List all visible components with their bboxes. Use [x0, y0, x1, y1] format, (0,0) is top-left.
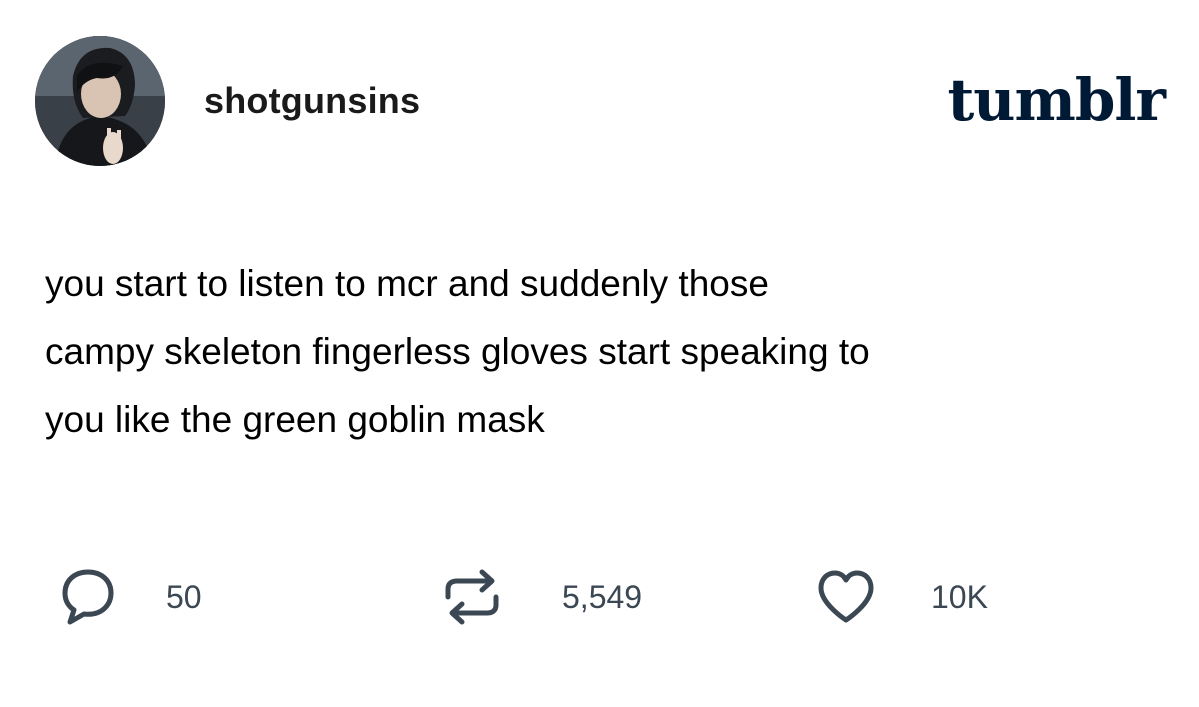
heart-icon — [818, 570, 874, 623]
username[interactable]: shotgunsins — [204, 80, 420, 122]
reply-count: 50 — [166, 578, 202, 615]
tumblr-post: shotgunsins tumblr you start to listen t… — [0, 0, 1199, 707]
reply-button[interactable]: 50 — [60, 565, 202, 629]
post-text-line: you start to listen to mcr and suddenly … — [45, 263, 769, 304]
like-count: 10K — [931, 578, 988, 615]
reblog-button[interactable]: 5,549 — [440, 565, 642, 629]
post-text: you start to listen to mcr and suddenly … — [45, 250, 1155, 454]
reblog-arrows-icon — [445, 569, 499, 625]
like-button[interactable]: 10K — [815, 565, 988, 629]
speech-bubble-icon — [62, 569, 114, 625]
tumblr-logo: tumblr — [947, 66, 1166, 134]
reblog-count: 5,549 — [562, 578, 643, 615]
post-actions: 50 5,549 10K — [0, 565, 1199, 629]
avatar-photo — [35, 36, 165, 166]
post-text-line: you like the green goblin mask — [45, 399, 545, 440]
post-text-line: campy skeleton fingerless gloves start s… — [45, 331, 870, 372]
avatar[interactable] — [35, 36, 165, 166]
